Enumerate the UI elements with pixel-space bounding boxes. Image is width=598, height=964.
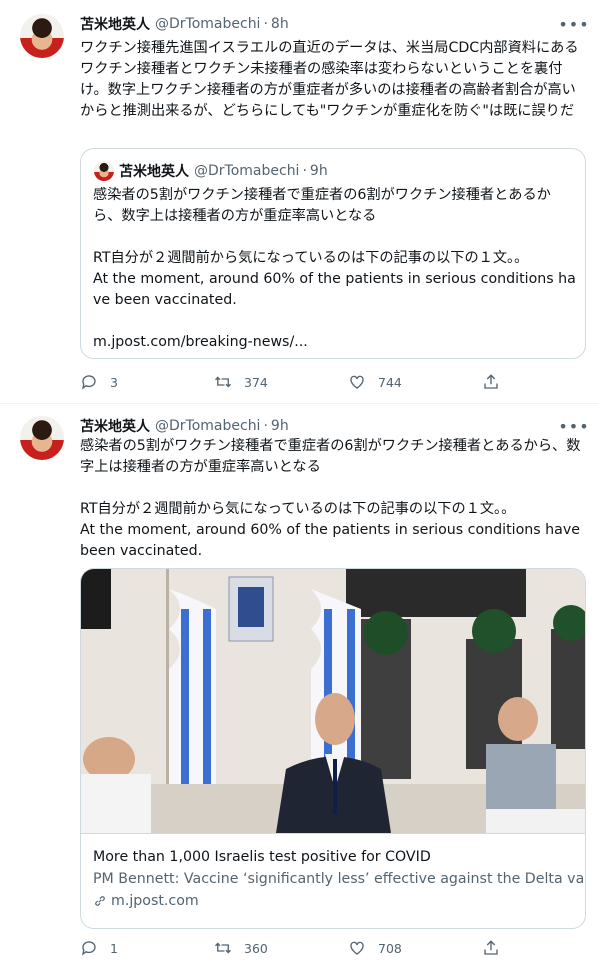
like-button[interactable]: 744: [348, 373, 482, 391]
retweet-count: 374: [244, 374, 268, 390]
card-photo: [81, 569, 585, 833]
card-domain: m.jpost.com: [93, 893, 199, 909]
avatar[interactable]: [20, 14, 64, 58]
card-description: PM Bennett: Vaccine ‘significantly less’…: [93, 871, 586, 887]
separator-dot: ·: [263, 418, 268, 434]
action-bar: 3 374 744: [80, 372, 500, 392]
author-name[interactable]: 苫米地英人: [80, 416, 150, 436]
retweet-button[interactable]: 360: [214, 939, 348, 957]
card-meta: More than 1,000 Israelis test positive f…: [81, 833, 586, 928]
timestamp[interactable]: 9h: [271, 418, 289, 434]
separator-dot: ·: [263, 16, 268, 32]
quoted-author-name: 苫米地英人: [119, 164, 189, 180]
like-button[interactable]: 708: [348, 939, 482, 957]
share-button[interactable]: [482, 373, 500, 391]
card-domain-text: m.jpost.com: [111, 893, 199, 909]
card-title: More than 1,000 Israelis test positive f…: [93, 849, 431, 865]
reply-button[interactable]: 1: [80, 939, 214, 957]
tweet-header: 苫米地英人 @DrTomabechi · 9h: [80, 416, 289, 436]
reply-count: 1: [110, 940, 118, 956]
like-icon: [350, 375, 364, 389]
avatar[interactable]: [20, 416, 64, 460]
author-name[interactable]: 苫米地英人: [80, 14, 150, 34]
tweet-text: 感染者の5割がワクチン接種者で重症者の6割がワクチン接種者とあるから、数字上は接…: [80, 438, 581, 559]
separator-dot: ·: [302, 163, 307, 179]
tweet[interactable]: 苫米地英人 @DrTomabechi · 9h ••• 感染者の5割がワクチン接…: [0, 404, 598, 964]
card-image: [81, 569, 585, 833]
like-count: 744: [378, 374, 402, 390]
action-bar: 1 360 708: [80, 938, 500, 958]
tweet[interactable]: 苫米地英人 @DrTomabechi · 8h ••• ワクチン接種先進国イスラ…: [0, 0, 598, 404]
reply-button[interactable]: 3: [80, 373, 214, 391]
retweet-count: 360: [244, 940, 268, 956]
retweet-icon: [215, 942, 231, 954]
retweet-icon: [215, 376, 231, 388]
reply-icon: [81, 375, 96, 390]
like-icon: [350, 941, 364, 955]
retweet-button[interactable]: 374: [214, 373, 348, 391]
quoted-header: 苫米地英人 @DrTomabechi · 9h: [93, 161, 328, 181]
more-options-icon[interactable]: •••: [558, 14, 588, 34]
author-handle[interactable]: @DrTomabechi: [155, 16, 260, 32]
quoted-text: 感染者の5割がワクチン接種者で重症者の6割がワクチン接種者とあるから、数字上は接…: [93, 187, 576, 350]
reply-icon: [81, 941, 96, 956]
like-count: 708: [378, 940, 402, 956]
author-handle[interactable]: @DrTomabechi: [155, 418, 260, 434]
tweet-header: 苫米地英人 @DrTomabechi · 8h: [80, 14, 289, 34]
timestamp[interactable]: 8h: [271, 16, 289, 32]
quoted-timestamp: 9h: [309, 163, 328, 179]
share-button[interactable]: [482, 939, 500, 957]
reply-count: 3: [110, 374, 118, 390]
quoted-author-handle: @DrTomabechi: [194, 163, 300, 179]
more-options-icon[interactable]: •••: [558, 416, 588, 436]
share-icon: [484, 374, 498, 389]
link-icon: [95, 896, 105, 906]
quoted-tweet[interactable]: 苫米地英人 @DrTomabechi · 9h 感染者の5割がワクチン接種者で重…: [80, 148, 586, 359]
share-icon: [484, 940, 498, 955]
link-card[interactable]: More than 1,000 Israelis test positive f…: [80, 568, 586, 929]
tweet-text: ワクチン接種先進国イスラエルの直近のデータは、米当局CDC内部資料にあるワクチン…: [80, 40, 579, 119]
